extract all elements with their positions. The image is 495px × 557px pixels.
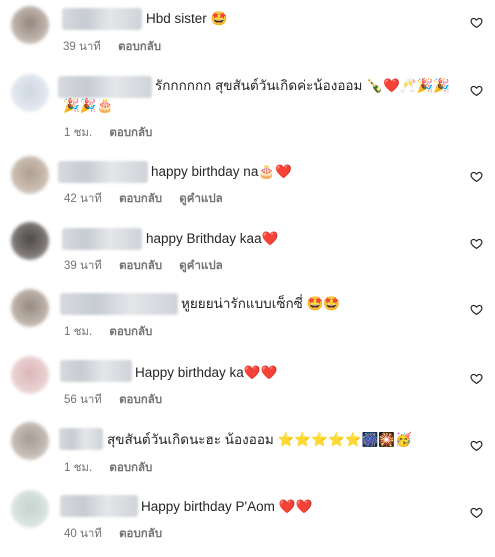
avatar[interactable] [11, 490, 49, 528]
heart-outline-icon[interactable] [470, 303, 483, 316]
reply-button[interactable]: ตอบกลับ [119, 528, 162, 540]
heart-outline-icon[interactable] [470, 16, 483, 29]
reply-button[interactable]: ตอบกลับ [119, 260, 162, 272]
comment-meta: 42 นาที ตอบกลับ ดูคำแปล [64, 190, 237, 208]
username-blurred[interactable] [60, 495, 138, 517]
translate-button[interactable]: ดูคำแปล [179, 193, 222, 205]
avatar[interactable] [11, 74, 49, 112]
reply-button[interactable]: ตอบกลับ [119, 193, 162, 205]
heart-outline-icon[interactable] [470, 372, 483, 385]
reply-button[interactable]: ตอบกลับ [109, 127, 152, 139]
username-blurred[interactable] [60, 293, 178, 315]
translate-button[interactable]: ดูคำแปล [179, 260, 222, 272]
comment-text: Happy birthday ka❤️❤️ [135, 365, 278, 380]
comment-text-line2: 🎉🎉🎂 [63, 98, 114, 113]
reply-button[interactable]: ตอบกลับ [119, 394, 162, 406]
heart-outline-icon[interactable] [470, 237, 483, 250]
comment-text: หูยยยน่ารักแบบเซ็กซี่ 🤩🤩 [181, 296, 341, 311]
comment-time: 39 นาที [63, 41, 101, 53]
username-blurred[interactable] [58, 161, 148, 183]
username-blurred[interactable] [62, 8, 142, 30]
comment-text: happy birthday na🎂❤️ [151, 164, 292, 179]
avatar[interactable] [11, 356, 49, 394]
reply-button[interactable]: ตอบกลับ [109, 462, 152, 474]
username-blurred[interactable] [58, 76, 152, 98]
comment-meta: 1 ชม. ตอบกลับ [64, 459, 166, 477]
comment-time: 1 ชม. [64, 462, 93, 474]
heart-outline-icon[interactable] [470, 439, 483, 452]
reply-button[interactable]: ตอบกลับ [109, 326, 152, 338]
comment-meta: 39 นาที ตอบกลับ [63, 38, 175, 56]
comment-meta: 39 นาที ตอบกลับ ดูคำแปล [64, 257, 237, 275]
username-blurred[interactable] [59, 428, 103, 450]
comment-time: 42 นาที [64, 193, 102, 205]
username-blurred[interactable] [62, 228, 142, 250]
comment-meta: 1 ชม. ตอบกลับ [64, 323, 166, 341]
comment-time: 39 นาที [64, 260, 102, 272]
avatar[interactable] [11, 289, 49, 327]
comment-time: 1 ชม. [64, 326, 93, 338]
comment-time: 1 ชม. [64, 127, 93, 139]
heart-outline-icon[interactable] [470, 84, 483, 97]
comment-meta: 1 ชม. ตอบกลับ [64, 124, 166, 142]
comment-text: Happy birthday P'Aom ❤️❤️ [141, 499, 313, 514]
comment-time: 56 นาที [64, 394, 102, 406]
comment-text: สุขสันต์วันเกิดนะฮะ น้องออม ⭐⭐⭐⭐⭐🎆🎇🥳 [107, 432, 413, 447]
comment-meta: 56 นาที ตอบกลับ [64, 391, 176, 409]
comment-text: รักกกกกก สุขสันต์วันเกิดค่ะน้องออม 🍾❤️🥂🎉… [155, 78, 451, 93]
avatar[interactable] [11, 222, 49, 260]
avatar[interactable] [11, 422, 49, 460]
comment-text: happy Brithday kaa❤️ [146, 231, 279, 246]
comment-meta: 40 นาที ตอบกลับ [64, 525, 176, 543]
reply-button[interactable]: ตอบกลับ [118, 41, 161, 53]
avatar[interactable] [11, 156, 49, 194]
username-blurred[interactable] [60, 360, 132, 382]
avatar[interactable] [11, 6, 49, 44]
comment-text: Hbd sister 🤩 [146, 11, 228, 26]
heart-outline-icon[interactable] [470, 506, 483, 519]
comment-time: 40 นาที [64, 528, 102, 540]
heart-outline-icon[interactable] [470, 170, 483, 183]
